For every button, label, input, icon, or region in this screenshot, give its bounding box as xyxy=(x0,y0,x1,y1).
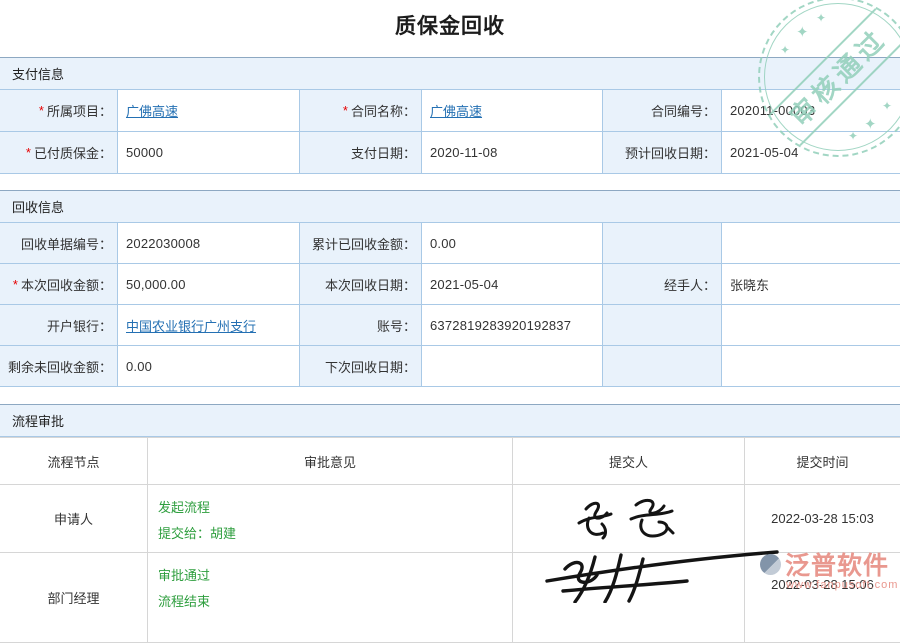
signature-applicant xyxy=(513,485,745,553)
doc-no-label: 回收单据编号： xyxy=(0,223,118,264)
payment-table: *所属项目： 广佛高速 *合同名称： 广佛高速 合同编号： 202011-000… xyxy=(0,90,900,174)
required-asterisk: * xyxy=(39,103,44,118)
current-date-label: 本次回收日期： xyxy=(300,264,422,305)
pay-date-label: 支付日期： xyxy=(300,132,422,174)
signature-image-manager xyxy=(535,545,790,603)
page-title: 质保金回收 xyxy=(0,10,900,40)
empty-label xyxy=(603,223,722,264)
contract-name-value: 广佛高速 xyxy=(422,90,603,132)
section-header-payment: 支付信息 xyxy=(0,57,900,90)
empty-value xyxy=(722,305,900,346)
remaining-label: 剩余未回收金额： xyxy=(0,346,118,387)
total-recovered-value: 0.00 xyxy=(422,223,603,264)
empty-value xyxy=(722,346,900,387)
opinion-line: 审批通过 xyxy=(158,565,210,584)
contract-no-value: 202011-00003 xyxy=(722,90,900,132)
opinion-line: 提交给：胡建 xyxy=(158,523,236,542)
empty-label xyxy=(603,346,722,387)
empty-label xyxy=(603,305,722,346)
doc-no-value: 2022030008 xyxy=(118,223,300,264)
contract-name-label: *合同名称： xyxy=(300,90,422,132)
opinion-line: 发起流程 xyxy=(158,497,210,516)
contract-no-label: 合同编号： xyxy=(603,90,722,132)
next-date-label: 下次回收日期： xyxy=(300,346,422,387)
opinion-manager: 审批通过 流程结束 xyxy=(148,553,513,643)
bank-value: 中国农业银行广州支行 xyxy=(118,305,300,346)
total-recovered-label: 累计已回收金额： xyxy=(300,223,422,264)
opinion-applicant: 发起流程 提交给：胡建 xyxy=(148,485,513,553)
project-link[interactable]: 广佛高速 xyxy=(126,101,178,120)
submit-time-1: 2022-03-28 15:03 xyxy=(745,485,900,553)
required-asterisk: * xyxy=(26,145,31,160)
required-asterisk: * xyxy=(343,103,348,118)
section-header-approval: 流程审批 xyxy=(0,404,900,437)
section-header-recovery: 回收信息 xyxy=(0,190,900,223)
approval-table: 流程节点 审批意见 提交人 提交时间 申请人 发起流程 提交给：胡建 2022-… xyxy=(0,437,900,643)
current-amount-label: *本次回收金额： xyxy=(0,264,118,305)
next-date-value xyxy=(422,346,603,387)
handler-label: 经手人： xyxy=(603,264,722,305)
recovery-table: 回收单据编号： 2022030008 累计已回收金额： 0.00 *本次回收金额… xyxy=(0,223,900,387)
pay-date-value: 2020-11-08 xyxy=(422,132,603,174)
col-header-opinion: 审批意见 xyxy=(148,438,513,485)
bank-link[interactable]: 中国农业银行广州支行 xyxy=(126,316,256,335)
opinion-line: 流程结束 xyxy=(158,591,210,610)
current-date-value: 2021-05-04 xyxy=(422,264,603,305)
expected-recovery-date-label: 预计回收日期： xyxy=(603,132,722,174)
account-value: 6372819283920192837 xyxy=(422,305,603,346)
empty-value xyxy=(722,223,900,264)
signature-image xyxy=(568,493,690,545)
contract-name-link[interactable]: 广佛高速 xyxy=(430,101,482,120)
account-label: 账号： xyxy=(300,305,422,346)
bank-label: 开户银行： xyxy=(0,305,118,346)
required-asterisk: * xyxy=(13,277,18,292)
remaining-value: 0.00 xyxy=(118,346,300,387)
current-amount-value: 50,000.00 xyxy=(118,264,300,305)
node-manager: 部门经理 xyxy=(0,553,148,643)
paid-deposit-label: *已付质保金： xyxy=(0,132,118,174)
project-label: *所属项目： xyxy=(0,90,118,132)
col-header-time: 提交时间 xyxy=(745,438,900,485)
col-header-node: 流程节点 xyxy=(0,438,148,485)
expected-recovery-date-value: 2021-05-04 xyxy=(722,132,900,174)
handler-value: 张晓东 xyxy=(722,264,900,305)
paid-deposit-value: 50000 xyxy=(118,132,300,174)
project-value: 广佛高速 xyxy=(118,90,300,132)
col-header-submitter: 提交人 xyxy=(513,438,745,485)
node-applicant: 申请人 xyxy=(0,485,148,553)
stamp-star-icon: ✦ xyxy=(780,43,790,57)
